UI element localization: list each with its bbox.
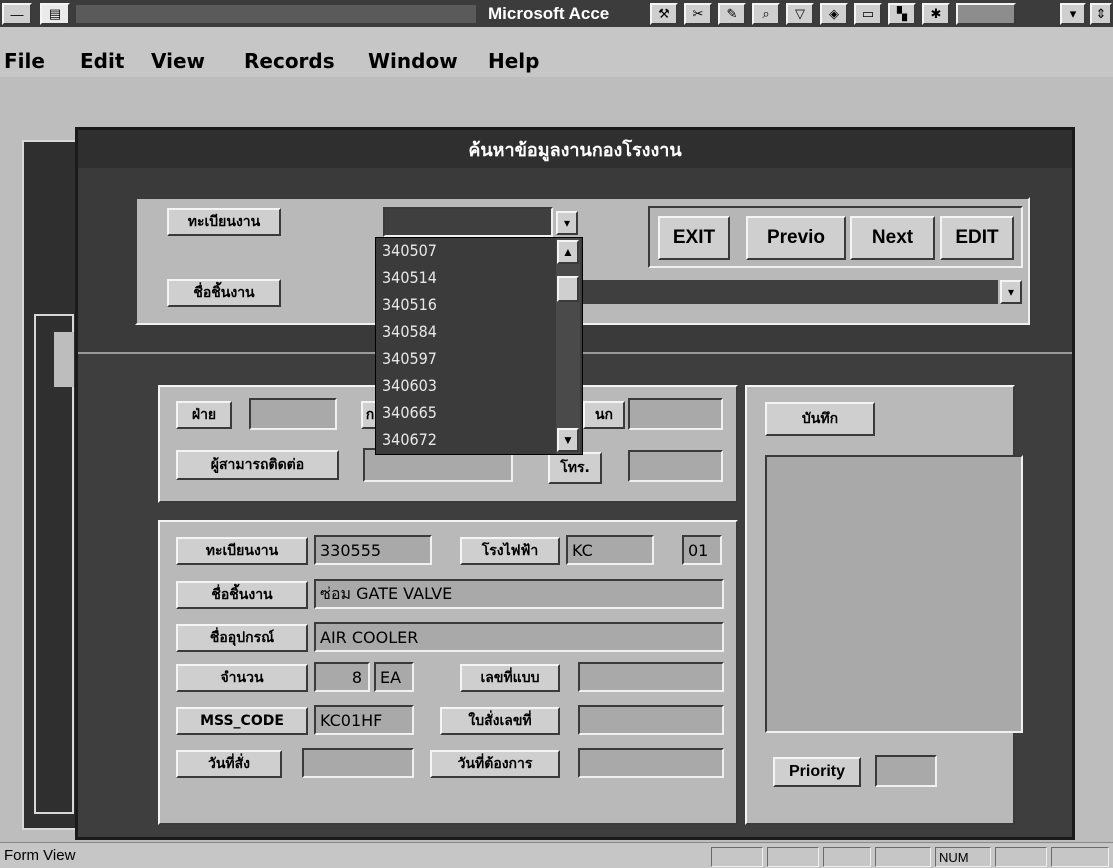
next-button[interactable]: Next bbox=[850, 216, 935, 260]
chevron-down-icon[interactable]: ▾ bbox=[1000, 280, 1022, 304]
order-no-field[interactable] bbox=[578, 705, 724, 735]
window-icon[interactable]: ▭ bbox=[854, 3, 882, 25]
menu-edit[interactable]: Edit bbox=[80, 49, 124, 73]
need-date-field[interactable] bbox=[578, 748, 724, 778]
title-bar: — ▤ Microsoft Acce ⚒ ✂ ✎ ⌕ ▽ ◈ ▭ ▚ ✱ ▾ ⇕ bbox=[0, 0, 1113, 27]
paint-icon[interactable]: ✎ bbox=[718, 3, 746, 25]
unit-field[interactable]: EA bbox=[374, 662, 414, 692]
right-field[interactable] bbox=[628, 398, 723, 430]
database-icon[interactable]: ◈ bbox=[820, 3, 848, 25]
list-item[interactable]: 340584 bbox=[382, 322, 437, 341]
scroll-thumb[interactable] bbox=[557, 276, 579, 302]
menu-window[interactable]: Window bbox=[368, 49, 458, 73]
notes-label: บันทึก bbox=[765, 402, 875, 436]
detail-reg-field[interactable]: 330555 bbox=[314, 535, 432, 565]
list-item[interactable]: 340516 bbox=[382, 295, 437, 314]
status-mode: Form View bbox=[4, 847, 76, 864]
dropdown-scrollbar[interactable]: ▲ ▼ bbox=[556, 238, 580, 454]
search-name-combo[interactable] bbox=[583, 280, 998, 304]
status-box bbox=[823, 847, 871, 867]
order-date-label: วันที่สั่ง bbox=[176, 750, 282, 778]
chevron-down-icon[interactable]: ▾ bbox=[556, 211, 578, 235]
menu-records[interactable]: Records bbox=[244, 49, 335, 73]
menu-help[interactable]: Help bbox=[488, 49, 539, 73]
scroll-down-icon[interactable]: ▼ bbox=[557, 428, 579, 452]
search-reg-label: ทะเบียนงาน bbox=[167, 208, 281, 236]
exit-button[interactable]: EXIT bbox=[658, 216, 730, 260]
status-num: NUM bbox=[935, 847, 991, 867]
find-icon[interactable]: ⌕ bbox=[752, 3, 780, 25]
search-dialog: ค้นหาข้อมูลงานกองโรงงาน ทะเบียนงาน ▾ ชื่… bbox=[75, 127, 1075, 840]
order-date-field[interactable] bbox=[302, 748, 414, 778]
registration-dropdown-list[interactable]: 340507 340514 340516 340584 340597 34060… bbox=[375, 237, 583, 455]
list-item[interactable]: 340507 bbox=[382, 241, 437, 260]
list-item[interactable]: 340597 bbox=[382, 349, 437, 368]
menu-file[interactable]: File bbox=[4, 49, 45, 73]
status-box bbox=[875, 847, 931, 867]
priority-label: Priority bbox=[773, 757, 861, 787]
filter-icon[interactable]: ▽ bbox=[786, 3, 814, 25]
background-form-frame bbox=[34, 314, 74, 814]
dialog-title: ค้นหาข้อมูลงานกองโรงงาน bbox=[78, 130, 1072, 168]
list-item[interactable]: 340672 bbox=[382, 430, 437, 449]
cut-icon[interactable]: ✂ bbox=[684, 3, 712, 25]
status-box bbox=[995, 847, 1047, 867]
item-name-field[interactable]: ซ่อม GATE VALVE bbox=[314, 579, 724, 609]
detail-reg-label: ทะเบียนงาน bbox=[176, 537, 308, 565]
dept-label: ฝ่าย bbox=[176, 401, 232, 429]
need-date-label: วันที่ต้องการ bbox=[430, 750, 560, 778]
order-no-label: ใบสั่งเลขที่ bbox=[440, 707, 560, 735]
plant-code-field[interactable]: 01 bbox=[682, 535, 722, 565]
status-box bbox=[767, 847, 819, 867]
right-label: นก bbox=[583, 401, 625, 429]
search-name-label: ชื่อชิ้นงาน bbox=[167, 279, 281, 307]
search-reg-combo[interactable] bbox=[383, 207, 553, 237]
status-box bbox=[711, 847, 763, 867]
edit-button[interactable]: EDIT bbox=[940, 216, 1014, 260]
mss-code-field[interactable]: KC01HF bbox=[314, 705, 414, 735]
status-box bbox=[1051, 847, 1109, 867]
previous-button[interactable]: Previo bbox=[746, 216, 846, 260]
list-item[interactable]: 340665 bbox=[382, 403, 437, 422]
menu-view[interactable]: View bbox=[151, 49, 205, 73]
restore-icon[interactable]: ⇕ bbox=[1090, 3, 1112, 25]
help-icon[interactable]: ✱ bbox=[922, 3, 950, 25]
drawing-no-field[interactable] bbox=[578, 662, 724, 692]
status-bar: Form View NUM bbox=[0, 842, 1113, 868]
minimize-icon[interactable]: — bbox=[2, 3, 32, 25]
quantity-label: จำนวน bbox=[176, 664, 308, 692]
title-bar-fill bbox=[76, 5, 476, 23]
list-item[interactable]: 340514 bbox=[382, 268, 437, 287]
scroll-up-icon[interactable]: ▲ bbox=[557, 240, 579, 264]
plant-field[interactable]: KC bbox=[566, 535, 654, 565]
window-title: Microsoft Acce bbox=[488, 4, 610, 23]
item-name-label: ชื่อชิ้นงาน bbox=[176, 581, 308, 609]
quantity-field[interactable]: 8 bbox=[314, 662, 370, 692]
drawing-no-label: เลขที่แบบ bbox=[460, 664, 560, 692]
contact-label: ผู้สามารถติดต่อ bbox=[176, 450, 339, 480]
new-object-icon[interactable]: ▚ bbox=[888, 3, 916, 25]
dropdown-arrow-icon[interactable]: ▾ bbox=[1060, 3, 1086, 25]
priority-field[interactable] bbox=[875, 755, 937, 787]
list-item[interactable]: 340603 bbox=[382, 376, 437, 395]
blank-toolbar-slot bbox=[956, 3, 1016, 25]
equipment-label: ชื่ออุปกรณ์ bbox=[176, 624, 308, 652]
plant-label: โรงไฟฟ้า bbox=[460, 537, 560, 565]
notes-field[interactable] bbox=[765, 455, 1023, 733]
phone-label: โทร. bbox=[548, 452, 602, 484]
document-icon[interactable]: ▤ bbox=[40, 3, 70, 25]
mss-code-label: MSS_CODE bbox=[176, 707, 308, 735]
menu-bar: File Edit View Records Window Help bbox=[0, 27, 1113, 77]
background-form-control bbox=[54, 332, 74, 387]
equipment-field[interactable]: AIR COOLER bbox=[314, 622, 724, 652]
dept-field[interactable] bbox=[249, 398, 337, 430]
build-icon[interactable]: ⚒ bbox=[650, 3, 678, 25]
phone-field[interactable] bbox=[628, 450, 723, 482]
